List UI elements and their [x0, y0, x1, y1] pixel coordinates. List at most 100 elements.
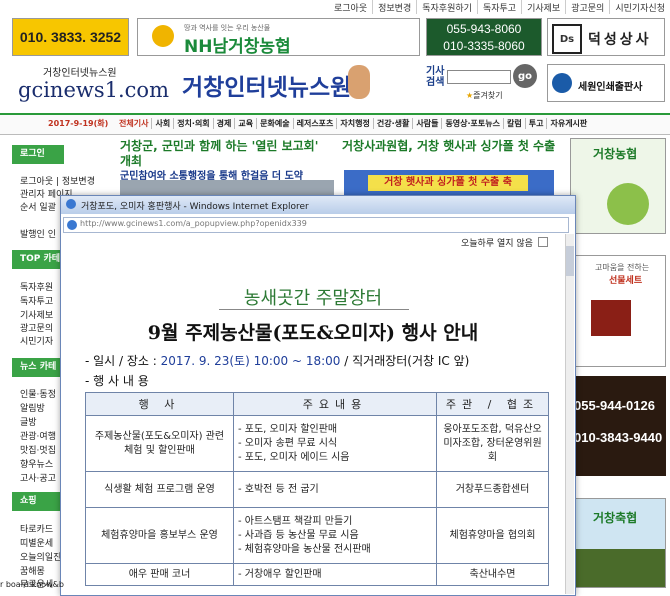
article-2-title[interactable]: 거창사과원협, 거창 햇사과 싱가폴 첫 수출 [342, 139, 556, 154]
sidebar-item[interactable]: 기사제보 [20, 308, 53, 321]
table-cell: 체험휴양마을 홍보부스 운영 [85, 507, 234, 564]
sidebar-item[interactable]: 맛집·멋집 [20, 443, 56, 456]
popup-titlebar[interactable]: 거창포도, 오미자 홍판행사 - Windows Internet Explor… [61, 196, 575, 214]
main-menu-bar: 2017-9-19(화) 전체기사 사회 정치·의회 경제 교육 문화예술 레저… [0, 113, 670, 135]
sidebar-item[interactable]: 관광·여행 [20, 429, 56, 442]
nh-logo-icon [152, 25, 174, 47]
table-header: 주관 / 협조 [436, 392, 549, 416]
sidebar-item[interactable]: 향우뉴스 [20, 457, 53, 470]
menu-item[interactable]: 건강·생활 [372, 118, 412, 129]
site-logo[interactable]: gcinews1.com [18, 78, 169, 102]
apple-export-banner: 거창 햇사과 싱가폴 첫 수출 축 [368, 175, 528, 191]
popup-scrollbar[interactable] [565, 234, 574, 594]
menu-item[interactable]: 전체기사 [116, 118, 151, 129]
shop-section-head: 쇼핑 [12, 492, 64, 511]
sidebar-item[interactable]: 독자투고 [20, 294, 53, 307]
nonghyup-ad[interactable]: 거창농협 [570, 138, 666, 234]
reader-submit-link[interactable]: 독자투고 [476, 0, 521, 14]
popup-url: http://www.gcinews1.com/a_popupview.php?… [80, 219, 307, 228]
heading-underline [219, 309, 409, 310]
ie-icon [66, 199, 76, 209]
menu-item[interactable]: 투고 [524, 118, 547, 129]
sidebar-item[interactable]: 고사·공고 [20, 471, 56, 484]
edit-info-link[interactable]: 정보변경 [372, 0, 416, 14]
menu-items: 전체기사 사회 정치·의회 경제 교육 문화예술 레저스포츠 자치행정 건강·생… [116, 118, 590, 129]
sidebar-item[interactable]: 시민기자 [20, 334, 53, 347]
page-icon [67, 220, 77, 230]
table-cell: 체험휴양마을 협의회 [436, 507, 549, 564]
ds-logo-icon: Ds [552, 24, 582, 54]
table-cell: 거창푸드종합센터 [436, 471, 549, 508]
seweon-logo-icon [552, 73, 572, 93]
sidebar-item[interactable]: 오늘의일진 [20, 550, 61, 563]
menu-item[interactable]: 칼럼 [503, 118, 525, 129]
sidebar-item[interactable]: 띠별운세 [20, 536, 53, 549]
phone-dark-1: 055-944-0126 [574, 398, 655, 413]
search-go-button[interactable]: go [513, 64, 537, 88]
table-cell: - 아트스탬프 책갈피 만들기 - 사과즙 등 농산물 무료 시음 - 체험휴양… [233, 507, 437, 564]
no-show-checkbox[interactable] [538, 237, 548, 247]
phone-green-1: 055-943-8060 [446, 22, 522, 36]
ds-name: 덕성상사 [588, 32, 652, 48]
table-cell: - 호박전 등 전 굽기 [233, 471, 437, 508]
menu-item[interactable]: 경제 [212, 118, 235, 129]
nh-bank-ad-banner[interactable]: 땅과 역사를 잇는 우리 농산물 NH남거창농협 [137, 18, 420, 57]
menu-item[interactable]: 교육 [234, 118, 256, 129]
popup-heading-event: 9월 주제농산물(포도&오미자) 행사 안내 [147, 322, 479, 344]
festival-ad[interactable]: 거창축협 [570, 498, 666, 588]
seweon-ad-banner[interactable]: 세원인쇄출판사 [547, 64, 665, 102]
popup-window-title: 거창포도, 오미자 홍판행사 - Windows Internet Explor… [81, 202, 309, 212]
sidebar-item[interactable]: 타로카드 [20, 522, 53, 535]
table-cell: 웅아포도조합, 덕유산오미자조합, 장터운영위원회 [436, 415, 549, 472]
tree-photo [571, 549, 665, 587]
report-link[interactable]: 기사제보 [521, 0, 565, 14]
menu-item[interactable]: 자치행정 [336, 118, 372, 129]
sidebar-order-item[interactable]: 순서 일괄 [20, 200, 56, 213]
ad-inquiry-link[interactable]: 광고문의 [565, 0, 609, 14]
article-1-title[interactable]: 거창군, 군민과 함께 하는 '열린 보고회' 개최 [120, 139, 332, 169]
sidebar-item[interactable]: 글방 [20, 415, 37, 428]
phone-green-ad-banner[interactable]: 055-943-8060 010-3335-8060 [426, 18, 542, 56]
table-cell: - 거창애우 할인판매 [233, 563, 437, 586]
favorites-link[interactable]: ★즐겨찾기 [466, 90, 503, 101]
menu-item[interactable]: 자유게시판 [546, 118, 590, 129]
phone-dark-2: 010-3843-9440 [574, 430, 663, 445]
table-header: 주요내용 [233, 392, 437, 416]
nonghyup-name: 거창농협 [593, 147, 638, 161]
menu-item[interactable]: 레저스포츠 [292, 118, 337, 129]
popup-address-bar[interactable]: http://www.gcinews1.com/a_popupview.php?… [63, 217, 569, 233]
phone-ad-dark[interactable]: 055-944-0126 010-3843-9440 [570, 376, 666, 476]
top-utility-nav: 로그아웃 정보변경 독자후원하기 독자투고 기사제보 광고문의 시민기자신청 [329, 0, 670, 14]
popup-heading-market: 농새곳간 주말장터 [243, 288, 383, 309]
sidebar-login-item[interactable]: 로그아웃 | 정보변경 [20, 174, 95, 187]
menu-item[interactable]: 문화예술 [256, 118, 292, 129]
sidebar-item[interactable]: 알림방 [20, 401, 45, 414]
sidebar-publisher-item[interactable]: 발행인 인 [20, 227, 56, 240]
news-category-head: 뉴스 카테 [12, 358, 64, 377]
deoksung-ad-banner[interactable]: Ds 덕성상사 [547, 18, 665, 56]
menu-item[interactable]: 동영상·포토뉴스 [441, 118, 503, 129]
phone-ad-banner[interactable]: 010. 3833. 3252 [12, 18, 129, 56]
gift-set-ad[interactable]: 고마움을 전하는 선물세트 [570, 255, 666, 367]
sidebar-item[interactable]: 인물·동정 [20, 387, 56, 400]
sidebar-item[interactable]: 광고문의 [20, 321, 53, 334]
citizen-reporter-link[interactable]: 시민기자신청 [609, 0, 670, 14]
menu-item[interactable]: 정치·의회 [173, 118, 212, 129]
phone-green-2: 010-3335-8060 [443, 39, 525, 53]
no-show-today-label[interactable]: 오늘하루 열지 않음 [461, 236, 533, 249]
site-title[interactable]: 거창인터넷뉴스원 [182, 68, 351, 102]
search-input[interactable] [447, 70, 511, 84]
scroll-thumb[interactable] [566, 246, 574, 276]
gift-line2: 선물세트 [609, 276, 643, 286]
status-bar-text: r board know&b [0, 580, 64, 589]
sidebar-item[interactable]: 독자후원 [20, 280, 53, 293]
logout-link[interactable]: 로그아웃 [329, 0, 372, 14]
sidebar-item[interactable]: 꿈해몽 [20, 564, 45, 577]
table-cell: 주제농산물(포도&오미자) 관련 체험 및 할인판매 [85, 415, 234, 472]
article-2-photo[interactable]: 거창 햇사과 싱가폴 첫 수출 축 [344, 170, 554, 196]
table-cell: 애우 판매 코너 [85, 563, 234, 586]
menu-item[interactable]: 사람들 [412, 118, 441, 129]
menu-item[interactable]: 사회 [151, 118, 173, 129]
event-date-line: - 일시 / 장소 : 2017. 9. 23(토) 10:00 ~ 18:00… [85, 354, 470, 368]
support-link[interactable]: 독자후원하기 [416, 0, 477, 14]
